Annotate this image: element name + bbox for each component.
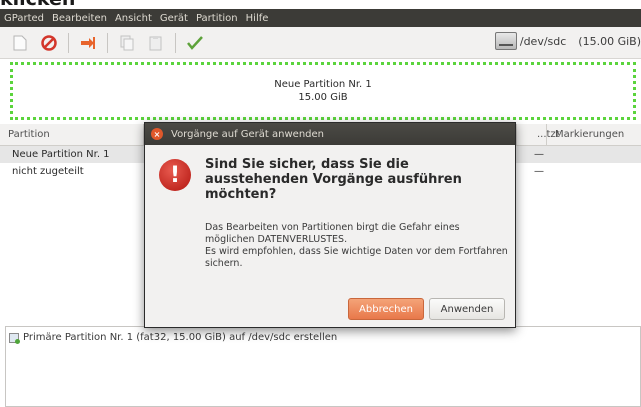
- disk-icon: [494, 32, 517, 50]
- apply-icon[interactable]: [185, 33, 205, 53]
- menubar: GParted Bearbeiten Ansicht Gerät Partiti…: [0, 9, 641, 27]
- toolbar-separator: [175, 32, 176, 53]
- resize-icon[interactable]: [78, 33, 98, 53]
- paste-icon[interactable]: [146, 33, 166, 53]
- close-icon[interactable]: ×: [151, 128, 163, 140]
- menu-ansicht[interactable]: Ansicht: [115, 13, 152, 24]
- partition-map[interactable]: Neue Partition Nr. 1 15.00 GiB: [10, 62, 636, 120]
- copy-icon[interactable]: [117, 33, 137, 53]
- create-partition-icon: [9, 332, 20, 344]
- confirm-dialog: × Vorgänge auf Gerät anwenden ! Sind Sie…: [144, 122, 516, 328]
- column-header-used[interactable]: ...tzt: [516, 124, 560, 145]
- dialog-buttons: Abbrechen Anwenden: [343, 298, 505, 320]
- device-size: (15.00 GiB): [578, 34, 641, 48]
- warning-icon: !: [159, 159, 191, 191]
- dialog-message-line1: Das Bearbeiten von Partitionen birgt die…: [205, 222, 460, 245]
- toolbar: /dev/sdc (15.00 GiB): [0, 27, 641, 59]
- partition-map-name: Neue Partition Nr. 1: [274, 79, 372, 90]
- menu-bearbeiten[interactable]: Bearbeiten: [52, 13, 107, 24]
- delete-icon[interactable]: [39, 33, 59, 53]
- toolbar-separator: [107, 32, 108, 53]
- menu-gparted[interactable]: GParted: [4, 13, 44, 24]
- column-header-flags[interactable]: Markierungen: [547, 124, 641, 145]
- dialog-body: ! Sind Sie sicher, dass Sie die ausstehe…: [145, 145, 515, 329]
- caption-text: klicken: [0, 0, 75, 9]
- device-selector[interactable]: /dev/sdc (15.00 GiB): [494, 32, 641, 50]
- operation-text: Primäre Partition Nr. 1 (fat32, 15.00 Gi…: [23, 332, 338, 343]
- dialog-title: Vorgänge auf Gerät anwenden: [171, 128, 324, 140]
- menu-hilfe[interactable]: Hilfe: [246, 13, 269, 24]
- dialog-message-line2: Es wird empfohlen, dass Sie wichtige Dat…: [205, 246, 508, 269]
- partition-map-size: 15.00 GiB: [298, 92, 348, 103]
- caption-strip: klicken: [0, 0, 641, 9]
- pending-operations-list: Primäre Partition Nr. 1 (fat32, 15.00 Gi…: [5, 326, 641, 407]
- dialog-titlebar: × Vorgänge auf Gerät anwenden: [145, 123, 515, 145]
- apply-button[interactable]: Anwenden: [429, 298, 505, 320]
- column-header-partition[interactable]: Partition: [0, 124, 144, 145]
- cancel-button[interactable]: Abbrechen: [348, 298, 424, 320]
- list-item[interactable]: Primäre Partition Nr. 1 (fat32, 15.00 Gi…: [6, 327, 640, 348]
- toolbar-separator: [68, 32, 69, 53]
- row-used-value: —: [534, 166, 544, 177]
- menu-geraet[interactable]: Gerät: [160, 13, 188, 24]
- device-label: /dev/sdc: [519, 34, 567, 48]
- row-used-value: —: [534, 149, 544, 160]
- new-icon[interactable]: [10, 33, 30, 53]
- dialog-message: Das Bearbeiten von Partitionen birgt die…: [205, 222, 510, 270]
- dialog-heading: Sind Sie sicher, dass Sie die ausstehend…: [205, 157, 462, 202]
- menu-partition[interactable]: Partition: [196, 13, 238, 24]
